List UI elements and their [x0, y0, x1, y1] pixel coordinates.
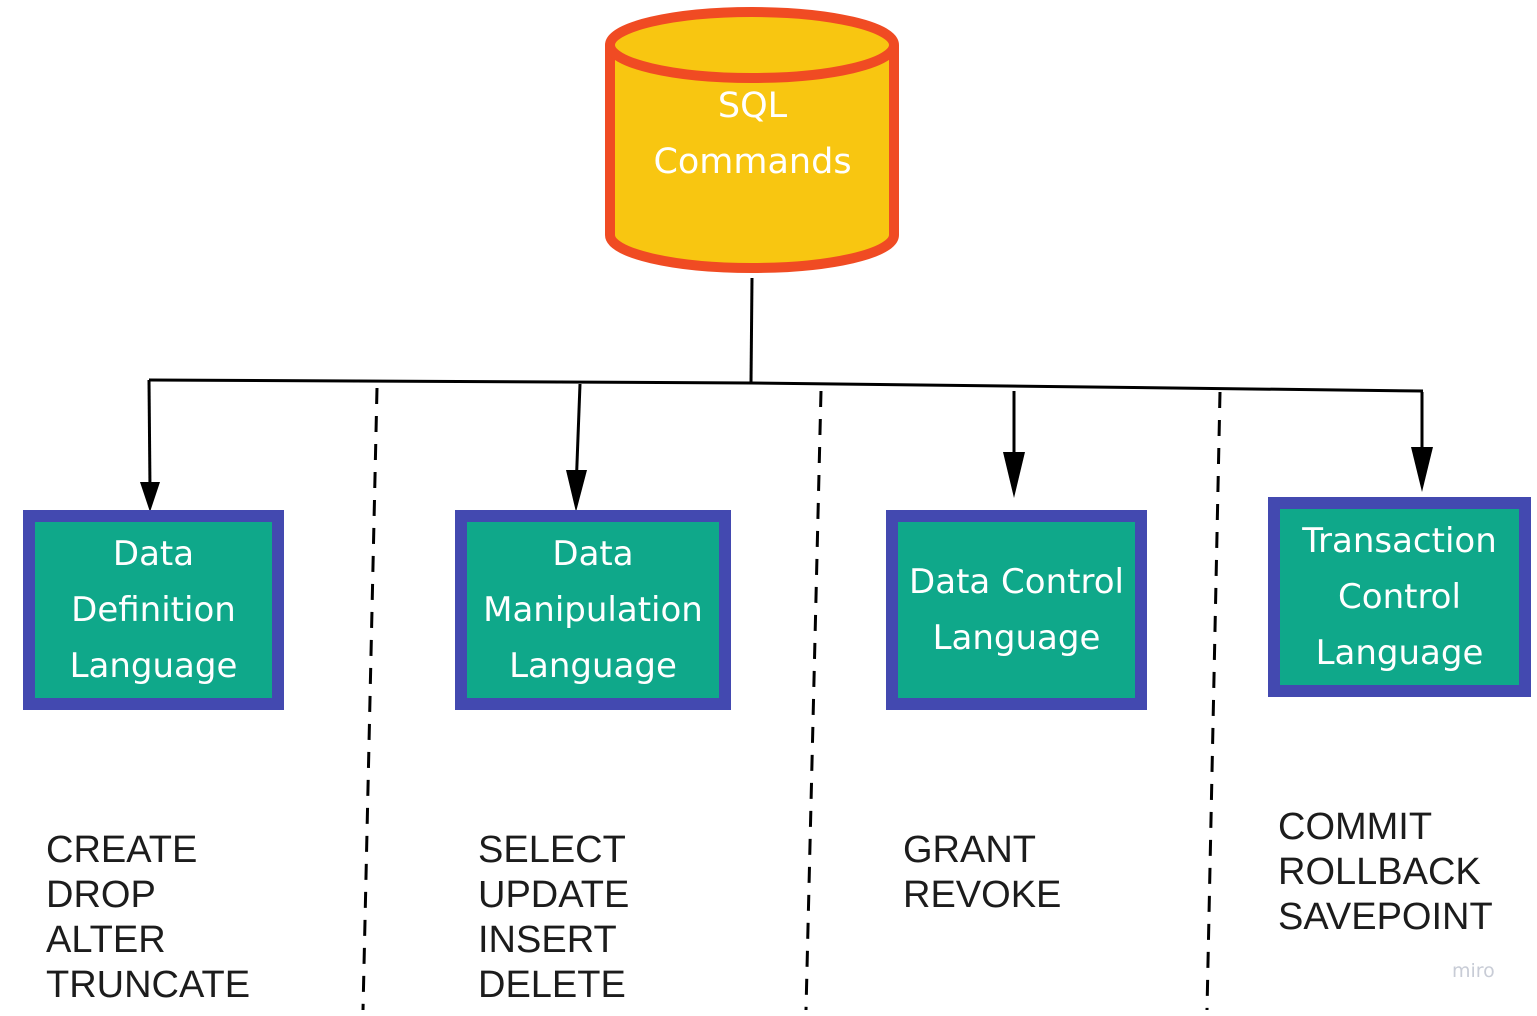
root-label-line-1: SQL	[717, 86, 788, 126]
miro-watermark: miro	[1452, 960, 1495, 982]
command-item: ROLLBACK	[1278, 851, 1481, 893]
separator-2	[804, 390, 823, 1011]
category-label-ddl: Data Definition Language	[69, 534, 238, 686]
command-list-tcl: COMMIT ROLLBACK SAVEPOINT	[1278, 805, 1493, 940]
category-box-tcl[interactable]: Transaction Control Language	[1268, 497, 1531, 697]
category-label-dml: Data Manipulation Language	[483, 534, 703, 686]
command-item: TRUNCATE	[46, 964, 251, 1006]
command-item: UPDATE	[478, 874, 630, 916]
command-item: REVOKE	[903, 874, 1062, 916]
root-label-line-2: Commands	[653, 142, 852, 182]
category-label-dcl: Data Control Language	[909, 562, 1124, 658]
command-list-dml: SELECT UPDATE INSERT DELETE	[478, 828, 629, 1008]
separator-3	[1205, 391, 1222, 1011]
command-item: GRANT	[903, 829, 1036, 871]
arrowhead-dml-icon	[566, 470, 587, 512]
branch-bus-line	[148, 378, 1424, 393]
cylinder-top	[605, 7, 899, 83]
category-label-tcl: Transaction Control Language	[1302, 521, 1497, 673]
branch-ddl-line	[147, 379, 152, 491]
category-box-dml[interactable]: Data Manipulation Language	[455, 510, 731, 710]
command-list-ddl: CREATE DROP ALTER TRUNCATE	[46, 828, 250, 1008]
arrowhead-tcl-icon	[1411, 447, 1433, 492]
trunk-line	[749, 277, 754, 384]
command-item: CREATE	[46, 829, 198, 871]
connectors	[147, 277, 1424, 491]
command-item: COMMIT	[1278, 806, 1433, 848]
command-item: INSERT	[478, 919, 617, 961]
arrowhead-ddl-icon	[140, 482, 160, 512]
category-box-dcl[interactable]: Data Control Language	[886, 510, 1147, 710]
command-item: DELETE	[478, 964, 626, 1006]
command-item: SAVEPOINT	[1278, 896, 1493, 938]
root-label: SQL Commands	[610, 78, 895, 190]
command-item: SELECT	[478, 829, 626, 871]
command-item: ALTER	[46, 919, 166, 961]
arrowheads	[140, 447, 1433, 512]
separator-1	[361, 387, 379, 1011]
command-list-dcl: GRANT REVOKE	[903, 828, 1061, 918]
arrowhead-dcl-icon	[1003, 452, 1025, 498]
command-item: DROP	[46, 874, 156, 916]
category-box-ddl[interactable]: Data Definition Language	[23, 510, 284, 710]
